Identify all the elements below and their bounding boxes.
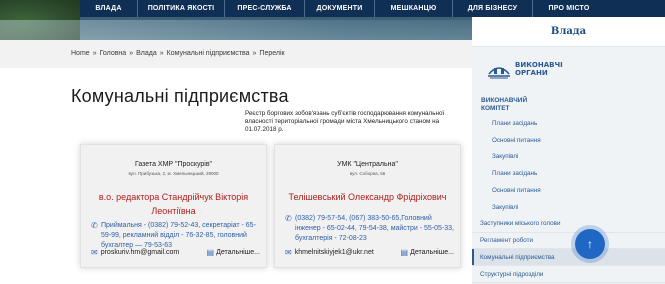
- enterprise-address: вул. Прибузька, 2, м. Хмельницький, 2900…: [128, 171, 219, 176]
- enterprise-email[interactable]: proskuriv.hm@gmail.com: [101, 249, 180, 256]
- breadcrumb-separator: »: [129, 50, 134, 57]
- enterprise-contacts: ✆ (0382) 79-57-54, (067) 383-50-65,Голов…: [285, 214, 460, 244]
- enterprise-contacts: ✆ Приймальня - (0382) 79-52-43, секретар…: [91, 221, 266, 251]
- breadcrumb-separator: »: [252, 50, 257, 57]
- sidebar-item-meeting-plans[interactable]: Плани засідань: [472, 165, 665, 182]
- enterprise-footer: ✉ proskuriv.hm@gmail.com ▤ Детальніше...: [91, 248, 260, 257]
- enterprise-name: Газета ХМР "Проскурів": [134, 161, 213, 168]
- nav-right-filler: [605, 0, 665, 17]
- enterprise-head: Телішевський Олександр Фрідріхович: [288, 192, 447, 202]
- sidebar-item-meeting-plans[interactable]: Плани засідань: [472, 115, 665, 132]
- enterprise-card: УМК "Центральна" вул. Соборна, 56 Теліше…: [274, 144, 461, 268]
- nav-item-business[interactable]: ДЛЯ БІЗНЕСУ: [452, 0, 532, 17]
- enterprise-footer: ✉ khmelnitskiyjek1@ukr.net ▤ Детальніше.…: [285, 248, 454, 257]
- sidebar-item-deputy-mayors[interactable]: Заступники міського голови: [472, 216, 665, 233]
- details-label[interactable]: Детальніше...: [410, 249, 454, 256]
- breadcrumb: Home » Головна » Влада » Комунальні підп…: [71, 50, 285, 57]
- breadcrumb-main[interactable]: Головна: [100, 50, 127, 57]
- main-nav: ВЛАДА ПОЛІТИКА ЯКОСТІ ПРЕС-СЛУЖБА ДОКУМЕ…: [80, 0, 605, 17]
- registry-intro-link[interactable]: Реєстр боргових зобов'язань суб'єктів го…: [245, 110, 460, 134]
- nav-item-residents[interactable]: МЕШКАНЦЮ: [374, 0, 452, 17]
- sidebar-item-regulations[interactable]: Регламент роботи: [472, 233, 665, 250]
- sidebar-menu: Плани засідань Основні питання Закупівлі…: [472, 115, 665, 283]
- sidebar-item-main-issues[interactable]: Основні питання: [472, 182, 665, 199]
- nav-item-press[interactable]: ПРЕС-СЛУЖБА: [224, 0, 304, 17]
- breadcrumb-separator: »: [92, 50, 97, 57]
- enterprise-phones: Приймальня - (0382) 79-52-43, секретаріа…: [101, 222, 256, 249]
- breadcrumb-home[interactable]: Home: [71, 50, 90, 57]
- sidebar-header: Влада: [472, 17, 665, 47]
- arrow-up-icon: ↑: [587, 237, 593, 251]
- phone-icon: ✆: [285, 214, 292, 223]
- document-icon: ▤: [400, 248, 409, 257]
- details-label[interactable]: Детальніше...: [216, 249, 260, 256]
- executive-bodies-link[interactable]: ВИКОНАВЧІ ОРГАНИ: [485, 55, 585, 89]
- sidebar-item-structural-units[interactable]: Структурні підрозділи: [472, 266, 665, 283]
- mail-icon: ✉: [285, 248, 292, 257]
- nav-item-documents[interactable]: ДОКУМЕНТИ: [304, 0, 374, 17]
- phone-icon: ✆: [91, 221, 98, 230]
- mail-icon: ✉: [91, 248, 98, 257]
- breadcrumb-separator: »: [159, 50, 164, 57]
- nav-item-vlada[interactable]: ВЛАДА: [80, 0, 137, 17]
- breadcrumb-communal[interactable]: Комунальні підприємства: [167, 50, 250, 57]
- sidebar-item-main-issues[interactable]: Основні питання: [472, 132, 665, 149]
- enterprise-head: в.о. редактора Стандрійчук Вікторія Леон…: [98, 192, 249, 216]
- sidebar: Влада ВИКОНАВЧІ ОРГАНИ ВИКОНАВЧИЙ КОМІТЕ…: [472, 17, 665, 284]
- sidebar-item-procurement[interactable]: Закупівлі: [472, 199, 665, 216]
- document-icon: ▤: [206, 248, 215, 257]
- enterprise-name: УМК "Центральна": [337, 161, 398, 168]
- details-link[interactable]: ▤ Детальніше...: [207, 248, 260, 257]
- executive-bodies-label[interactable]: ВИКОНАВЧІ ОРГАНИ: [515, 61, 585, 77]
- details-link[interactable]: ▤ Детальніше...: [401, 248, 454, 257]
- city-emblem-icon: [488, 67, 510, 79]
- scroll-to-top-button[interactable]: ↑: [575, 229, 605, 259]
- enterprise-card: Газета ХМР "Проскурів" вул. Прибузька, 2…: [80, 144, 267, 268]
- enterprise-address: вул. Соборна, 56: [349, 171, 386, 176]
- enterprise-email-link[interactable]: ✉ khmelnitskiyjek1@ukr.net: [285, 248, 374, 257]
- breadcrumb-vlada[interactable]: Влада: [136, 50, 157, 57]
- sidebar-section-title: ВИКОНАВЧИЙ КОМІТЕТ: [481, 97, 528, 112]
- sidebar-item-communal-enterprises[interactable]: Комунальні підприємства: [472, 249, 665, 267]
- nav-item-quality-policy[interactable]: ПОЛІТИКА ЯКОСТІ: [137, 0, 224, 17]
- sidebar-item-procurement[interactable]: Закупівлі: [472, 149, 665, 166]
- page-title: Комунальні підприємства: [71, 86, 289, 106]
- enterprise-email-link[interactable]: ✉ proskuriv.hm@gmail.com: [91, 248, 179, 257]
- enterprise-phones: (0382) 79-57-54, (067) 383-50-65,Головни…: [295, 215, 455, 242]
- enterprise-email[interactable]: khmelnitskiyjek1@ukr.net: [295, 249, 374, 256]
- nav-item-about-city[interactable]: ПРО МІСТО: [532, 0, 605, 17]
- breadcrumb-current: Перелік: [259, 50, 285, 57]
